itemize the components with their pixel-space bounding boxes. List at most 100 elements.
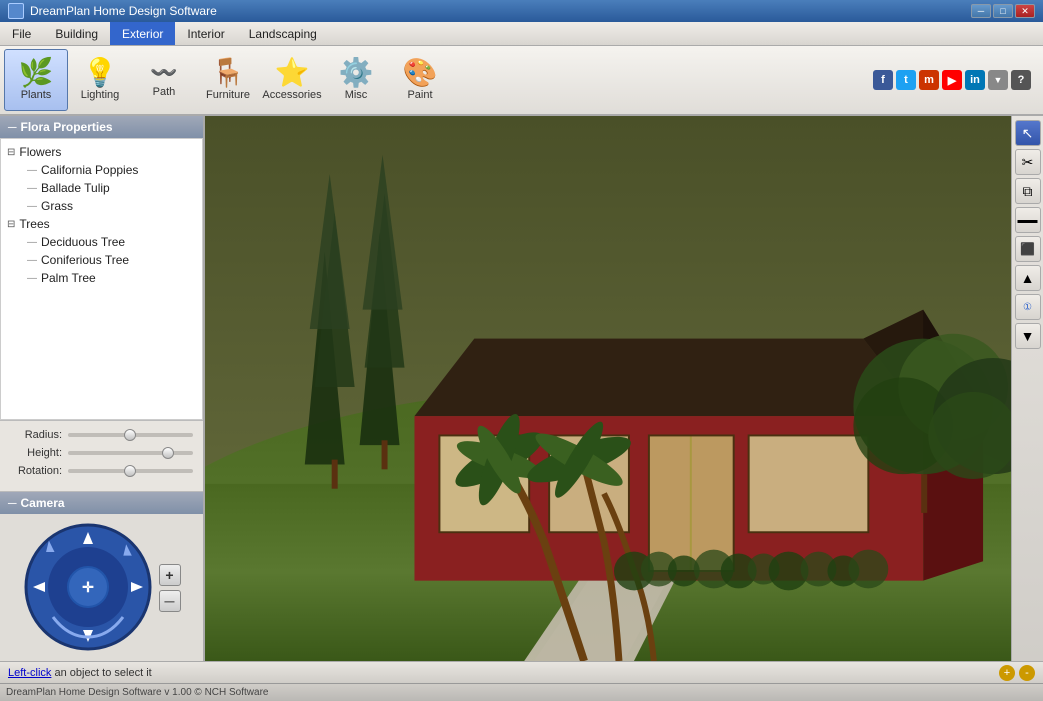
cursor-tool-btn[interactable]: ↖ (1015, 120, 1041, 146)
zoom-indicator: + - (999, 665, 1035, 681)
rotation-label: Rotation: (10, 465, 62, 477)
path-icon: 〰️ (150, 62, 177, 84)
coniferious-tree-item[interactable]: Coniferious Tree (21, 251, 202, 269)
coniferious-tree-label: Coniferious Tree (41, 253, 129, 267)
sliders-panel: Radius: Height: Rotation: (0, 420, 203, 491)
number-tool-btn[interactable]: ① (1015, 294, 1041, 320)
menu-landscaping[interactable]: Landscaping (237, 22, 329, 45)
trees-collapse-icon: ⊟ (7, 219, 15, 230)
status-bar: Left-click an object to select it + - (0, 661, 1043, 683)
grass-label: Grass (41, 199, 73, 213)
flowers-children: California Poppies Ballade Tulip Grass (1, 161, 202, 215)
california-poppies-item[interactable]: California Poppies (21, 161, 202, 179)
misc-icon: ⚙️ (339, 59, 374, 87)
rotation-track[interactable] (68, 469, 193, 473)
paint-icon: 🎨 (403, 59, 438, 87)
more-icon[interactable]: ▼ (988, 70, 1008, 90)
radius-label: Radius: (10, 429, 62, 441)
zoom-minus-btn[interactable]: - (1019, 665, 1035, 681)
height-row: Height: (10, 447, 193, 459)
flowers-section: ⊟ Flowers California Poppies Ballade Tul… (1, 143, 202, 215)
zoom-plus-btn[interactable]: + (999, 665, 1015, 681)
main-content: ─ Flora Properties ⊟ Flowers California … (0, 116, 1043, 661)
flowers-parent[interactable]: ⊟ Flowers (1, 143, 202, 161)
camera-circle-svg: ✛ (23, 522, 153, 652)
app-title: DreamPlan Home Design Software (30, 4, 971, 18)
copy-tool-btn[interactable]: ⧉ (1015, 178, 1041, 204)
rotation-thumb[interactable] (124, 465, 136, 477)
california-poppies-label: California Poppies (41, 163, 138, 177)
status-text2: an object to select it (54, 667, 151, 679)
accessories-icon: ⭐ (275, 59, 310, 87)
move-up-tool-btn[interactable]: ▲ (1015, 265, 1041, 291)
main-toolbar: 🌿 Plants 💡 Lighting 〰️ Path 🪑 Furniture … (0, 46, 1043, 116)
camera-panel: ─ Camera (0, 491, 203, 661)
maximize-button[interactable]: □ (993, 4, 1013, 18)
help-icon[interactable]: ? (1011, 70, 1031, 90)
flora-collapse-icon: ─ (8, 120, 17, 134)
rotation-row: Rotation: (10, 465, 193, 477)
path-label: Path (153, 86, 176, 98)
deciduous-tree-item[interactable]: Deciduous Tree (21, 233, 202, 251)
radius-thumb[interactable] (124, 429, 136, 441)
toolbar-path[interactable]: 〰️ Path (132, 49, 196, 111)
lighting-icon: 💡 (83, 59, 118, 87)
height-label: Height: (10, 447, 62, 459)
scene-svg (205, 116, 1011, 661)
right-toolbar: ↖ ✂ ⧉ ▬▬ ⬛ ▲ ① ▼ (1011, 116, 1043, 661)
viewport[interactable] (205, 116, 1011, 661)
trees-parent[interactable]: ⊟ Trees (1, 215, 202, 233)
3d-box-tool-btn[interactable]: ⬛ (1015, 236, 1041, 262)
ballade-tulip-item[interactable]: Ballade Tulip (21, 179, 202, 197)
furniture-icon: 🪑 (211, 59, 246, 87)
height-thumb[interactable] (162, 447, 174, 459)
version-bar: DreamPlan Home Design Software v 1.00 © … (0, 683, 1043, 701)
youtube-icon[interactable]: ▶ (942, 70, 962, 90)
toolbar-plants[interactable]: 🌿 Plants (4, 49, 68, 111)
trees-label: Trees (19, 217, 49, 231)
menu-building[interactable]: Building (43, 22, 110, 45)
lighting-label: Lighting (81, 89, 120, 101)
toolbar-lighting[interactable]: 💡 Lighting (68, 49, 132, 111)
toolbar-furniture[interactable]: 🪑 Furniture (196, 49, 260, 111)
app-icon (8, 3, 24, 19)
height-track[interactable] (68, 451, 193, 455)
furniture-label: Furniture (206, 89, 250, 101)
ballade-tulip-label: Ballade Tulip (41, 181, 110, 195)
toolbar-paint[interactable]: 🎨 Paint (388, 49, 452, 111)
flowers-collapse-icon: ⊟ (7, 147, 15, 158)
twitter-icon[interactable]: t (896, 70, 916, 90)
radius-row: Radius: (10, 429, 193, 441)
radius-track[interactable] (68, 433, 193, 437)
close-button[interactable]: ✕ (1015, 4, 1035, 18)
menu-interior[interactable]: Interior (175, 22, 236, 45)
deciduous-tree-label: Deciduous Tree (41, 235, 125, 249)
facebook-icon[interactable]: f (873, 70, 893, 90)
zoom-out-btn[interactable]: ─ (159, 590, 181, 612)
social-bar: f t m ▶ in ▼ ? (873, 70, 1039, 90)
zoom-in-btn[interactable]: + (159, 564, 181, 586)
menu-file[interactable]: File (0, 22, 43, 45)
linkedin-icon[interactable]: in (965, 70, 985, 90)
plants-icon: 🌿 (19, 59, 54, 87)
layer-tool-btn[interactable]: ▬▬ (1015, 207, 1041, 233)
status-highlight: Left-click (8, 667, 51, 679)
trees-children: Deciduous Tree Coniferious Tree Palm Tre… (1, 233, 202, 287)
scissors-tool-btn[interactable]: ✂ (1015, 149, 1041, 175)
paint-label: Paint (407, 89, 432, 101)
myspace-icon[interactable]: m (919, 70, 939, 90)
menu-exterior[interactable]: Exterior (110, 22, 175, 45)
move-down-tool-btn[interactable]: ▼ (1015, 323, 1041, 349)
palm-tree-item[interactable]: Palm Tree (21, 269, 202, 287)
minimize-button[interactable]: ─ (971, 4, 991, 18)
flora-tree: ⊟ Flowers California Poppies Ballade Tul… (0, 138, 203, 420)
flowers-label: Flowers (19, 145, 61, 159)
camera-center-icon[interactable]: ✛ (82, 579, 94, 595)
toolbar-misc[interactable]: ⚙️ Misc (324, 49, 388, 111)
flora-header: ─ Flora Properties (0, 116, 203, 138)
grass-item[interactable]: Grass (21, 197, 202, 215)
misc-label: Misc (345, 89, 368, 101)
title-bar: DreamPlan Home Design Software ─ □ ✕ (0, 0, 1043, 22)
plants-label: Plants (21, 89, 52, 101)
toolbar-accessories[interactable]: ⭐ Accessories (260, 49, 324, 111)
